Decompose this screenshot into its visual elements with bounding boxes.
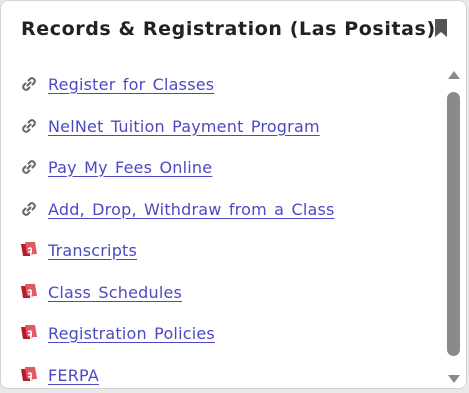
document-icon: [19, 365, 39, 385]
document-icon: [19, 240, 39, 260]
nelnet-tuition-link[interactable]: NelNet Tuition Payment Program: [48, 117, 320, 136]
scroll-thumb[interactable]: [447, 92, 460, 356]
document-icon: [19, 323, 39, 343]
register-for-classes-link[interactable]: Register for Classes: [48, 75, 214, 94]
card-title: Records & Registration (Las Positas): [21, 18, 436, 40]
list-item: Class Schedules: [19, 280, 182, 304]
bookmark-icon[interactable]: [434, 18, 448, 38]
link-icon: [19, 116, 39, 136]
pay-fees-link[interactable]: Pay My Fees Online: [48, 158, 212, 177]
registration-policies-link[interactable]: Registration Policies: [48, 324, 215, 343]
class-schedules-link[interactable]: Class Schedules: [48, 283, 182, 302]
link-icon: [19, 74, 39, 94]
vertical-scrollbar[interactable]: [446, 67, 462, 385]
list-item: Register for Classes: [19, 72, 214, 96]
records-registration-card: Records & Registration (Las Positas) Reg…: [0, 0, 467, 389]
list-item: FERPA: [19, 363, 99, 387]
list-item: NelNet Tuition Payment Program: [19, 114, 320, 138]
add-drop-withdraw-link[interactable]: Add, Drop, Withdraw from a Class: [48, 200, 335, 219]
document-icon: [19, 282, 39, 302]
ferpa-link[interactable]: FERPA: [48, 366, 99, 385]
scroll-up-arrow-icon[interactable]: [447, 67, 461, 81]
list-item: Pay My Fees Online: [19, 155, 212, 179]
card-header: Records & Registration (Las Positas): [21, 18, 448, 46]
scroll-down-arrow-icon[interactable]: [447, 371, 461, 385]
link-icon: [19, 157, 39, 177]
list-item: Transcripts: [19, 238, 137, 262]
link-icon: [19, 199, 39, 219]
transcripts-link[interactable]: Transcripts: [48, 241, 137, 260]
list-item: Registration Policies: [19, 321, 215, 345]
list-item: Add, Drop, Withdraw from a Class: [19, 197, 335, 221]
